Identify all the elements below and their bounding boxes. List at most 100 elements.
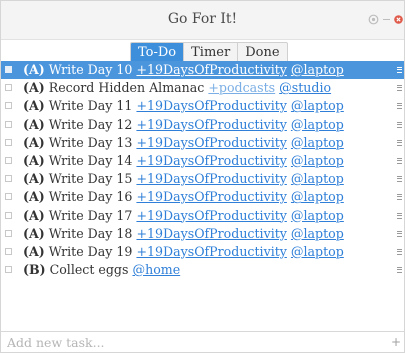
task-text: (A) Write Day 10 +19DaysOfProductivity @… (23, 61, 344, 79)
task-project-tag[interactable]: +19DaysOfProductivity (136, 153, 286, 168)
titlebar: Go For It! (1, 1, 404, 40)
task-priority: (A) (23, 134, 45, 150)
drag-handle-icon[interactable] (397, 139, 402, 146)
task-checkbox[interactable] (5, 247, 12, 255)
window-title: Go For It! (167, 11, 238, 27)
task-description: Record Hidden Almanac (48, 80, 205, 96)
task-row[interactable]: (B) Collect eggs @home (1, 261, 404, 279)
task-project-tag[interactable]: +19DaysOfProductivity (136, 62, 286, 77)
task-row[interactable]: (A) Write Day 17 +19DaysOfProductivity @… (1, 207, 404, 225)
drag-handle-icon[interactable] (397, 267, 402, 274)
task-row[interactable]: (A) Write Day 11 +19DaysOfProductivity @… (1, 97, 404, 115)
drag-handle-icon[interactable] (397, 248, 402, 255)
task-description: Write Day 12 (48, 116, 133, 132)
task-checkbox[interactable] (5, 193, 12, 201)
task-priority: (A) (23, 80, 45, 96)
add-task-button[interactable]: + (391, 334, 401, 350)
drag-handle-icon[interactable] (397, 67, 402, 73)
task-text: (B) Collect eggs @home (23, 261, 180, 279)
task-context-tag[interactable]: @laptop (291, 171, 344, 186)
task-project-tag[interactable]: +19DaysOfProductivity (136, 189, 286, 204)
drag-handle-icon[interactable] (397, 194, 402, 201)
task-checkbox[interactable] (5, 175, 12, 183)
drag-handle-icon[interactable] (397, 157, 402, 164)
task-checkbox[interactable] (5, 84, 12, 92)
minimize-icon[interactable] (383, 19, 390, 20)
task-row[interactable]: (A) Write Day 16 +19DaysOfProductivity @… (1, 188, 404, 206)
task-project-tag[interactable]: +19DaysOfProductivity (136, 226, 286, 241)
task-description: Write Day 10 (48, 62, 133, 77)
task-project-tag[interactable]: +19DaysOfProductivity (136, 135, 286, 150)
task-row[interactable]: (A) Write Day 19 +19DaysOfProductivity @… (1, 243, 404, 261)
task-text: (A) Write Day 15 +19DaysOfProductivity @… (23, 170, 344, 188)
task-checkbox[interactable] (5, 229, 12, 237)
task-row[interactable]: (A) Write Day 15 +19DaysOfProductivity @… (1, 170, 404, 188)
task-context-tag[interactable]: @laptop (291, 153, 344, 168)
task-description: Write Day 18 (48, 225, 133, 241)
task-project-tag[interactable]: +podcasts (208, 80, 275, 95)
task-project-tag[interactable]: +19DaysOfProductivity (136, 98, 286, 113)
task-context-tag[interactable]: @home (132, 262, 180, 277)
task-description: Write Day 15 (48, 171, 133, 187)
drag-handle-icon[interactable] (397, 230, 402, 237)
task-priority: (A) (23, 207, 45, 223)
task-text: (A) Write Day 13 +19DaysOfProductivity @… (23, 134, 344, 152)
task-context-tag[interactable]: @studio (279, 80, 331, 95)
app-window: Go For It! To-Do Timer Done (A) Write Da… (0, 0, 405, 353)
task-checkbox[interactable] (5, 266, 12, 274)
task-text: (A) Write Day 12 +19DaysOfProductivity @… (23, 116, 344, 134)
task-checkbox[interactable] (5, 102, 12, 110)
task-project-tag[interactable]: +19DaysOfProductivity (136, 208, 286, 223)
task-checkbox[interactable] (5, 138, 12, 146)
task-description: Write Day 13 (48, 134, 133, 150)
task-text: (A) Write Day 18 +19DaysOfProductivity @… (23, 225, 344, 243)
new-task-input[interactable] (7, 334, 377, 350)
task-row[interactable]: (A) Write Day 13 +19DaysOfProductivity @… (1, 134, 404, 152)
task-row[interactable]: (A) Write Day 14 +19DaysOfProductivity @… (1, 152, 404, 170)
task-description: Write Day 11 (48, 98, 133, 114)
tab-todo[interactable]: To-Do (131, 43, 185, 62)
task-row[interactable]: (A) Record Hidden Almanac +podcasts @stu… (1, 79, 404, 97)
task-priority: (A) (23, 171, 45, 187)
task-row[interactable]: (A) Write Day 12 +19DaysOfProductivity @… (1, 116, 404, 134)
gear-icon[interactable] (368, 14, 379, 25)
task-priority: (A) (23, 116, 45, 132)
task-priority: (A) (23, 243, 45, 259)
task-context-tag[interactable]: @laptop (291, 117, 344, 132)
task-context-tag[interactable]: @laptop (291, 244, 344, 259)
drag-handle-icon[interactable] (397, 212, 402, 219)
task-text: (A) Write Day 14 +19DaysOfProductivity @… (23, 152, 344, 170)
task-checkbox[interactable] (5, 120, 12, 128)
drag-handle-icon[interactable] (397, 176, 402, 183)
task-project-tag[interactable]: +19DaysOfProductivity (136, 171, 286, 186)
task-checkbox[interactable] (5, 66, 12, 73)
close-icon[interactable] (394, 15, 403, 24)
task-description: Collect eggs (49, 262, 129, 278)
drag-handle-icon[interactable] (397, 85, 402, 92)
tab-done[interactable]: Done (238, 43, 286, 62)
task-context-tag[interactable]: @laptop (291, 135, 344, 150)
task-checkbox[interactable] (5, 156, 12, 164)
task-context-tag[interactable]: @laptop (291, 98, 344, 113)
task-row[interactable]: (A) Write Day 18 +19DaysOfProductivity @… (1, 225, 404, 243)
task-priority: (B) (23, 262, 46, 278)
drag-handle-icon[interactable] (397, 121, 402, 128)
task-priority: (A) (23, 152, 45, 168)
task-description: Write Day 17 (48, 207, 133, 223)
task-description: Write Day 14 (48, 152, 133, 168)
task-text: (A) Record Hidden Almanac +podcasts @stu… (23, 79, 331, 97)
task-context-tag[interactable]: @laptop (291, 208, 344, 223)
task-context-tag[interactable]: @laptop (291, 62, 344, 77)
tab-timer[interactable]: Timer (184, 43, 239, 62)
task-description: Write Day 19 (48, 243, 133, 259)
task-context-tag[interactable]: @laptop (291, 189, 344, 204)
task-row[interactable]: (A) Write Day 10 +19DaysOfProductivity @… (1, 61, 404, 80)
task-priority: (A) (23, 225, 45, 241)
task-project-tag[interactable]: +19DaysOfProductivity (136, 244, 286, 259)
task-text: (A) Write Day 16 +19DaysOfProductivity @… (23, 188, 344, 206)
task-project-tag[interactable]: +19DaysOfProductivity (136, 117, 286, 132)
task-checkbox[interactable] (5, 211, 12, 219)
drag-handle-icon[interactable] (397, 103, 402, 110)
task-context-tag[interactable]: @laptop (291, 226, 344, 241)
task-text: (A) Write Day 17 +19DaysOfProductivity @… (23, 207, 344, 225)
